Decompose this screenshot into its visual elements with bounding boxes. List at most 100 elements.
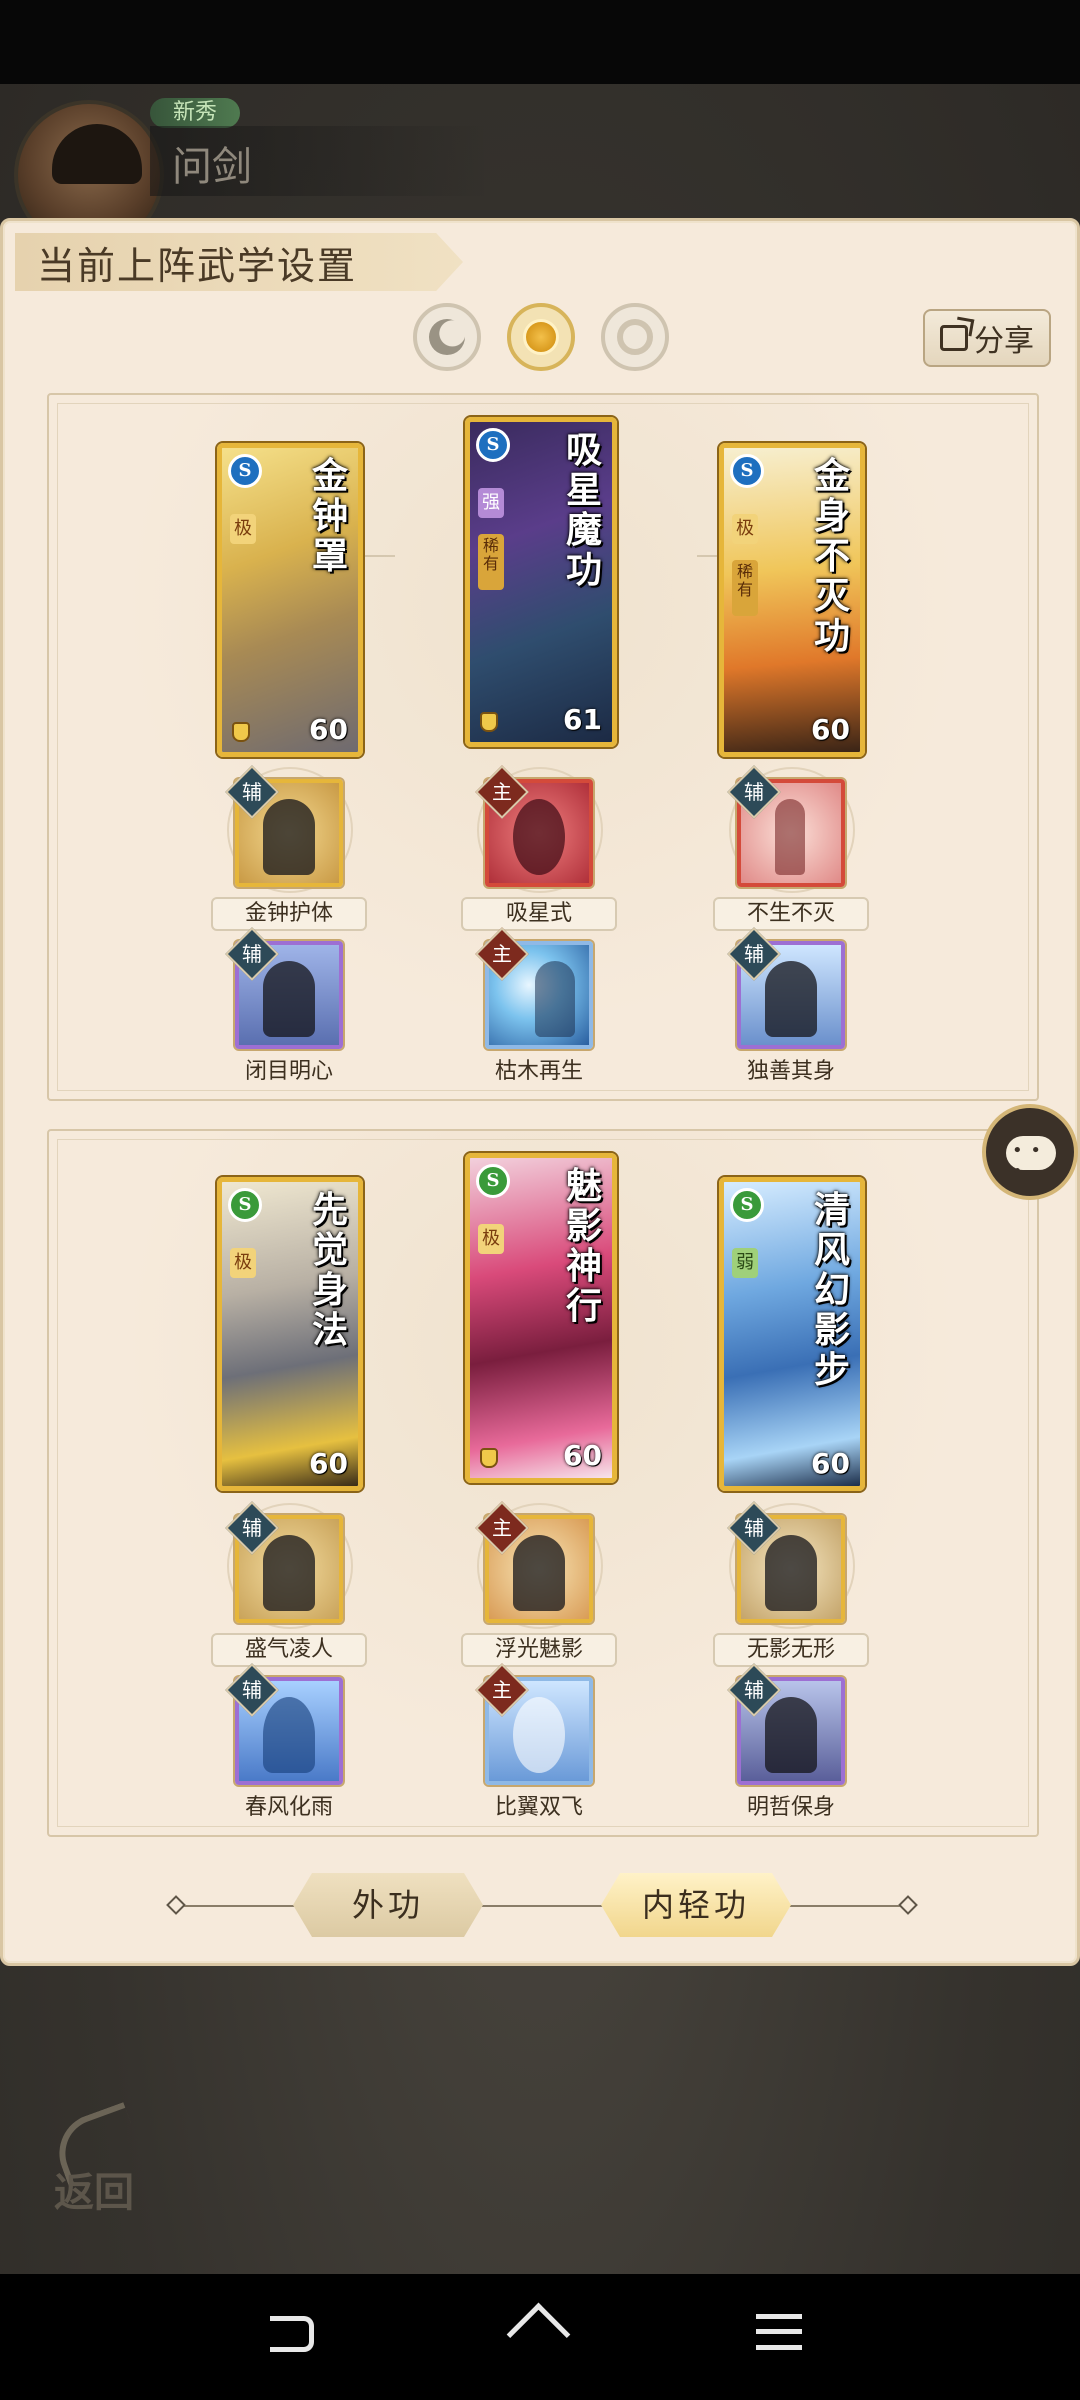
chat-bubble-icon xyxy=(1006,1136,1056,1182)
meditating-figure-icon xyxy=(263,961,315,1037)
skill-card[interactable]: S 极 金钟罩 60 xyxy=(217,443,363,757)
lineup-panel: 当前上阵武学设置 分享 S 极 金钟罩 60 S 强 稀有 吸星魔功 61 S … xyxy=(0,218,1080,1966)
outer-kungfu-button[interactable]: 外功 xyxy=(293,1873,483,1937)
skill-icon[interactable]: 辅 xyxy=(727,1663,845,1785)
card-title: 清风幻影步 xyxy=(813,1189,850,1391)
panel-title: 当前上阵武学设置 xyxy=(37,244,358,288)
skill-label: 比翼双飞 xyxy=(494,1795,583,1820)
share-icon xyxy=(940,325,968,351)
skill-label: 金钟护体 xyxy=(211,897,367,931)
status-bar xyxy=(0,0,1080,84)
running-figure-icon xyxy=(765,1535,817,1611)
skill-icon[interactable]: 辅 xyxy=(727,1501,845,1623)
dancer-icon xyxy=(513,1535,565,1611)
player-bar: 新秀 问剑 xyxy=(0,84,1080,250)
nav-back-icon[interactable] xyxy=(270,2316,314,2352)
preset-tab-2[interactable] xyxy=(507,303,575,371)
card-level: 60 xyxy=(811,713,850,746)
skill-card[interactable]: S 极 先觉身法 60 xyxy=(217,1177,363,1491)
crossed-arms-icon xyxy=(765,1697,817,1773)
diamond-ornament xyxy=(898,1895,918,1915)
skill-card[interactable]: S 弱 清风幻影步 60 xyxy=(719,1177,865,1491)
card-type-icon: S xyxy=(730,1188,764,1222)
card-grade: 极 xyxy=(230,514,256,544)
skill-icon[interactable]: 辅 xyxy=(727,765,845,887)
skill-icon[interactable]: 辅 xyxy=(727,927,845,1049)
skill-label: 春风化雨 xyxy=(244,1795,333,1820)
card-grade: 强 xyxy=(478,488,504,518)
card-level: 60 xyxy=(309,1447,348,1480)
skill-card[interactable]: S 极 稀有 金身不灭功 60 xyxy=(719,443,865,757)
card-type-icon: S xyxy=(228,454,262,488)
pot-icon xyxy=(232,722,250,742)
card-level: 60 xyxy=(563,1439,602,1472)
mode-divider xyxy=(175,1905,911,1907)
pot-icon xyxy=(480,712,498,732)
share-button[interactable]: 分享 xyxy=(923,309,1051,367)
back-label: 返回 xyxy=(54,2169,134,2216)
nav-menu-icon[interactable] xyxy=(756,2314,802,2350)
card-type-icon: S xyxy=(228,1188,262,1222)
skill-label: 盛气凌人 xyxy=(211,1633,367,1667)
card-title: 金身不灭功 xyxy=(813,455,850,657)
card-type-icon: S xyxy=(476,1164,510,1198)
card-rarity: 稀有 xyxy=(478,534,504,590)
rank-badge: 新秀 xyxy=(150,98,240,128)
skill-icon[interactable]: 辅 xyxy=(225,1663,343,1785)
skill-icon[interactable]: 主 xyxy=(475,1501,593,1623)
avatar-hair xyxy=(52,124,142,184)
player-name: 问剑 xyxy=(172,144,252,190)
lotus-icon xyxy=(263,1697,315,1773)
sun-icon xyxy=(523,319,559,355)
skill-icon[interactable]: 主 xyxy=(475,927,593,1049)
skill-label: 闭目明心 xyxy=(244,1059,333,1084)
ring-icon xyxy=(617,319,653,355)
preset-tab-1[interactable] xyxy=(413,303,481,371)
system-nav-bar xyxy=(0,2274,1080,2400)
skill-label: 吸星式 xyxy=(461,897,617,931)
nav-home-icon[interactable] xyxy=(510,2310,570,2356)
vortex-icon xyxy=(513,799,565,875)
chat-bubble-button[interactable] xyxy=(982,1104,1078,1200)
skill-icon[interactable]: 主 xyxy=(475,1663,593,1785)
skill-label: 明哲保身 xyxy=(746,1795,835,1820)
skill-icon[interactable]: 辅 xyxy=(225,1501,343,1623)
diamond-ornament xyxy=(166,1895,186,1915)
skill-card[interactable]: S 极 魅影神行 60 xyxy=(465,1153,617,1483)
skill-icon[interactable]: 辅 xyxy=(225,927,343,1049)
card-level: 61 xyxy=(563,703,602,736)
skill-label: 无影无形 xyxy=(713,1633,869,1667)
bell-figure-icon xyxy=(263,799,315,875)
card-title: 吸星魔功 xyxy=(565,429,602,591)
inner-kungfu-button[interactable]: 内轻功 xyxy=(601,1873,791,1937)
card-title: 金钟罩 xyxy=(311,455,348,577)
hand-icon xyxy=(535,961,575,1037)
skill-icon[interactable]: 辅 xyxy=(225,765,343,887)
pot-icon xyxy=(480,1448,498,1468)
moon-half-icon xyxy=(429,319,465,355)
back-button[interactable]: 返回 xyxy=(48,2102,158,2218)
card-grade: 极 xyxy=(230,1248,256,1278)
share-label: 分享 xyxy=(974,324,1034,359)
card-level: 60 xyxy=(309,713,348,746)
card-title: 先觉身法 xyxy=(311,1189,348,1351)
wings-icon xyxy=(513,1697,565,1773)
skill-label: 枯木再生 xyxy=(494,1059,583,1084)
card-grade: 极 xyxy=(478,1224,504,1254)
skill-icon[interactable]: 主 xyxy=(475,765,593,887)
skill-label: 不生不灭 xyxy=(713,897,869,931)
skill-label: 浮光魅影 xyxy=(461,1633,617,1667)
card-level: 60 xyxy=(811,1447,850,1480)
standing-figure-icon xyxy=(765,961,817,1037)
preset-tab-3[interactable] xyxy=(601,303,669,371)
hat-figure-icon xyxy=(263,1535,315,1611)
card-grade: 极 xyxy=(732,514,758,544)
skill-label: 独善其身 xyxy=(746,1059,835,1084)
card-rarity: 稀有 xyxy=(732,560,758,616)
skill-card[interactable]: S 强 稀有 吸星魔功 61 xyxy=(465,417,617,747)
card-grade: 弱 xyxy=(732,1248,758,1278)
card-type-icon: S xyxy=(476,428,510,462)
figure-icon xyxy=(775,799,805,875)
card-title: 魅影神行 xyxy=(565,1165,602,1327)
card-type-icon: S xyxy=(730,454,764,488)
